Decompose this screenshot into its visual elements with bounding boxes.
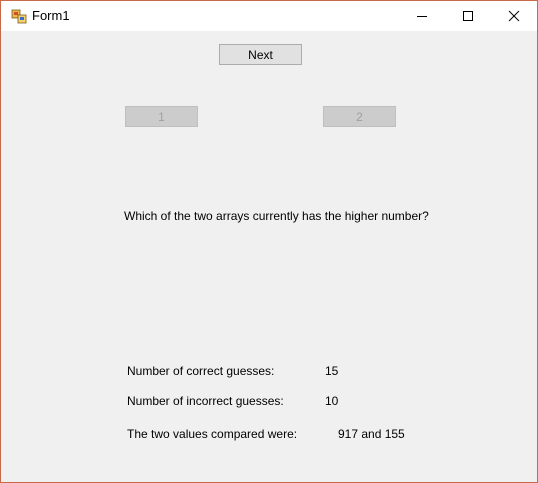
next-button[interactable]: Next — [219, 44, 302, 65]
maximize-button[interactable] — [445, 1, 491, 31]
window-title: Form1 — [32, 8, 70, 23]
compared-values-label: The two values compared were: — [127, 427, 298, 441]
app-icon — [11, 9, 27, 24]
maximize-icon — [463, 11, 473, 21]
title-bar[interactable]: Form1 — [1, 1, 537, 31]
question-label: Which of the two arrays currently has th… — [124, 209, 429, 223]
minimize-icon — [417, 16, 427, 17]
close-icon — [508, 10, 520, 22]
compared-values-value: 917 and 155 — [338, 427, 405, 441]
close-button[interactable] — [491, 1, 537, 31]
form-client-area: Next 1 2 Which of the two arrays current… — [1, 31, 537, 482]
option-one-button[interactable]: 1 — [125, 106, 198, 127]
correct-guesses-value: 15 — [325, 364, 339, 378]
option-two-button[interactable]: 2 — [323, 106, 396, 127]
form1-window: Form1 Next 1 2 Which of the two arrays c… — [0, 0, 538, 483]
minimize-button[interactable] — [399, 1, 445, 31]
incorrect-guesses-label: Number of incorrect guesses: — [127, 394, 284, 408]
correct-guesses-label: Number of correct guesses: — [127, 364, 275, 378]
incorrect-guesses-value: 10 — [325, 394, 339, 408]
